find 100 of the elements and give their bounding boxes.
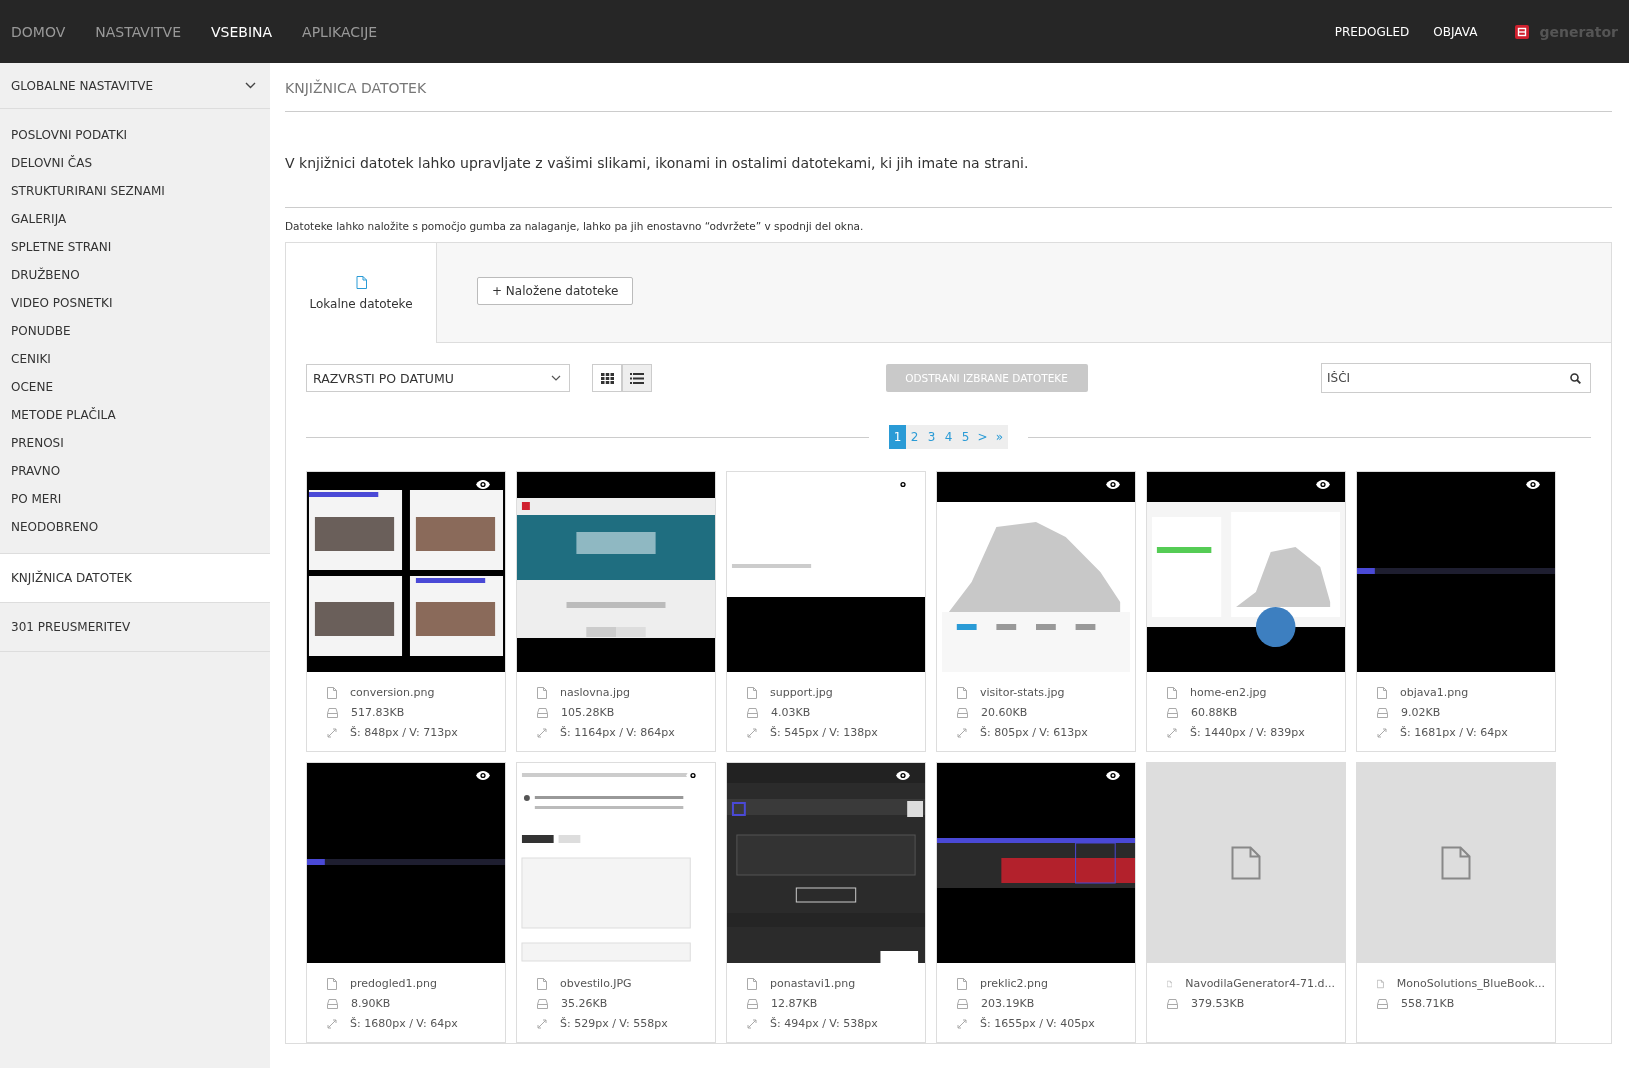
eye-icon[interactable] bbox=[475, 479, 491, 490]
file-card[interactable]: conversion.png 517.83KB Š: 848px / V: 713px bbox=[306, 471, 506, 752]
file-icon bbox=[1231, 846, 1261, 880]
file-icon bbox=[957, 977, 967, 990]
page-title: KNJIŽNICA DATOTEK bbox=[285, 63, 1612, 112]
grid-icon bbox=[600, 372, 614, 384]
local-files-tab[interactable]: Lokalne datoteke bbox=[286, 243, 437, 343]
resize-icon bbox=[1377, 727, 1387, 738]
file-card[interactable]: support.jpg 4.03KB Š: 545px / V: 138px bbox=[726, 471, 926, 752]
drive-icon bbox=[327, 998, 338, 1009]
nav-tab[interactable]: APLIKACIJE bbox=[302, 23, 378, 40]
file-name: NavodilaGenerator4-71.d... bbox=[1185, 977, 1335, 990]
file-dimensions: Š: 1655px / V: 405px bbox=[980, 1017, 1095, 1030]
nav-action-link[interactable]: OBJAVA bbox=[1433, 24, 1478, 39]
sidebar-item[interactable]: NEODOBRENO bbox=[0, 513, 270, 541]
file-name: conversion.png bbox=[350, 686, 435, 699]
sidebar-dropdown[interactable]: GLOBALNE NASTAVITVE bbox=[0, 63, 270, 109]
drive-icon bbox=[327, 707, 338, 718]
file-dimensions: Š: 848px / V: 713px bbox=[350, 726, 458, 739]
file-name: objava1.png bbox=[1400, 686, 1469, 699]
upload-button[interactable]: + Naložene datoteke bbox=[477, 277, 634, 305]
search-field[interactable]: IŠČI bbox=[1321, 363, 1591, 393]
eye-icon[interactable] bbox=[1525, 479, 1541, 490]
sidebar-item[interactable]: SPLETNE STRANI bbox=[0, 233, 270, 261]
file-name: support.jpg bbox=[770, 686, 833, 699]
sidebar-item[interactable]: OCENE bbox=[0, 373, 270, 401]
grid-view-button[interactable] bbox=[592, 364, 622, 392]
file-name: naslovna.jpg bbox=[560, 686, 630, 699]
eye-icon[interactable] bbox=[1315, 479, 1331, 490]
list-view-button[interactable] bbox=[622, 364, 652, 392]
sidebar-item[interactable]: METODE PLAČILA bbox=[0, 401, 270, 429]
drive-icon bbox=[957, 998, 968, 1009]
file-dimensions: Š: 1440px / V: 839px bbox=[1190, 726, 1305, 739]
eye-icon[interactable] bbox=[475, 770, 491, 781]
file-icon bbox=[327, 686, 337, 699]
file-name: MonoSolutions_BlueBook... bbox=[1396, 977, 1545, 990]
resize-icon bbox=[957, 727, 967, 738]
chevron-down-icon bbox=[245, 82, 256, 89]
file-icon bbox=[1167, 686, 1177, 699]
file-card[interactable]: obvestilo.JPG 35.26KB Š: 529px / V: 558px bbox=[516, 762, 716, 1043]
eye-icon[interactable] bbox=[895, 770, 911, 781]
file-card[interactable]: MonoSolutions_BlueBook... 558.71KB bbox=[1356, 762, 1556, 1043]
file-name: ponastavi1.png bbox=[770, 977, 856, 990]
file-card[interactable]: NavodilaGenerator4-71.d... 379.53KB bbox=[1146, 762, 1346, 1043]
sidebar-item[interactable]: 301 PREUSMERITEV bbox=[0, 603, 270, 652]
file-icon bbox=[1377, 977, 1384, 990]
file-card[interactable]: home-en2.jpg 60.88KB Š: 1440px / V: 839px bbox=[1146, 471, 1346, 752]
file-card[interactable]: visitor-stats.jpg 20.60KB Š: 805px / V: 613px bbox=[936, 471, 1136, 752]
file-card[interactable]: objava1.png 9.02KB Š: 1681px / V: 64px bbox=[1356, 471, 1556, 752]
drive-icon bbox=[1167, 998, 1178, 1009]
file-icon bbox=[747, 686, 757, 699]
sidebar-item[interactable]: DRUŽBENO bbox=[0, 261, 270, 289]
nav-tab[interactable]: NASTAVITVE bbox=[95, 23, 181, 40]
sidebar-item[interactable]: CENIKI bbox=[0, 345, 270, 373]
sidebar-item[interactable]: PONUDBE bbox=[0, 317, 270, 345]
drive-icon bbox=[1167, 707, 1178, 718]
file-name: preklic2.png bbox=[980, 977, 1048, 990]
sidebar-item[interactable]: GALERIJA bbox=[0, 205, 270, 233]
file-name: home-en2.jpg bbox=[1190, 686, 1267, 699]
resize-icon bbox=[537, 727, 547, 738]
nav-action-link[interactable]: PREDOGLED bbox=[1334, 24, 1410, 39]
file-icon bbox=[747, 977, 757, 990]
file-icon bbox=[957, 686, 967, 699]
file-size: 12.87KB bbox=[771, 997, 818, 1010]
file-name: visitor-stats.jpg bbox=[980, 686, 1065, 699]
nav-tab[interactable]: VSEBINA bbox=[211, 23, 273, 40]
file-size: 35.26KB bbox=[561, 997, 608, 1010]
search-icon bbox=[1570, 373, 1581, 384]
file-card[interactable]: preklic2.png 203.19KB Š: 1655px / V: 405px bbox=[936, 762, 1136, 1043]
sidebar-item[interactable]: PRAVNO bbox=[0, 457, 270, 485]
file-size: 8.90KB bbox=[351, 997, 391, 1010]
sidebar-item[interactable]: VIDEO POSNETKI bbox=[0, 289, 270, 317]
file-size: 379.53KB bbox=[1191, 997, 1245, 1010]
sidebar-item[interactable]: DELOVNI ČAS bbox=[0, 149, 270, 177]
file-size: 60.88KB bbox=[1191, 706, 1238, 719]
file-icon bbox=[537, 977, 547, 990]
file-size: 203.19KB bbox=[981, 997, 1035, 1010]
file-size: 4.03KB bbox=[771, 706, 811, 719]
sidebar-item[interactable]: PRENOSI bbox=[0, 429, 270, 457]
file-size: 105.28KB bbox=[561, 706, 615, 719]
sort-dropdown[interactable]: RAZVRSTI PO DATUMU bbox=[306, 364, 570, 392]
drive-icon bbox=[537, 998, 548, 1009]
drive-icon bbox=[747, 707, 758, 718]
file-size: 558.71KB bbox=[1401, 997, 1455, 1010]
sidebar-item[interactable]: POSLOVNI PODATKI bbox=[0, 121, 270, 149]
eye-icon[interactable] bbox=[1105, 770, 1121, 781]
drive-icon bbox=[1377, 707, 1388, 718]
eye-icon[interactable] bbox=[1105, 479, 1121, 490]
file-icon bbox=[537, 686, 547, 699]
file-card[interactable]: ponastavi1.png 12.87KB Š: 494px / V: 538px bbox=[726, 762, 926, 1043]
file-dimensions: Š: 529px / V: 558px bbox=[560, 1017, 668, 1030]
sidebar-item[interactable]: PO MERI bbox=[0, 485, 270, 513]
nav-tab[interactable]: DOMOV bbox=[11, 23, 66, 40]
file-card[interactable]: predogled1.png 8.90KB Š: 1680px / V: 64px bbox=[306, 762, 506, 1043]
hint-text: Datoteke lahko naložite s pomočjo gumba za nalaganje, lahko pa jih enostavno “odvržete” v spodnji del okna. bbox=[285, 219, 865, 234]
sidebar-item[interactable]: KNJIŽNICA DATOTEK bbox=[0, 554, 270, 603]
sidebar-item[interactable]: STRUKTURIRANI SEZNAMI bbox=[0, 177, 270, 205]
file-card[interactable]: naslovna.jpg 105.28KB Š: 1164px / V: 864px bbox=[516, 471, 716, 752]
drive-icon bbox=[1377, 998, 1388, 1009]
file-dimensions: Š: 494px / V: 538px bbox=[770, 1017, 878, 1030]
